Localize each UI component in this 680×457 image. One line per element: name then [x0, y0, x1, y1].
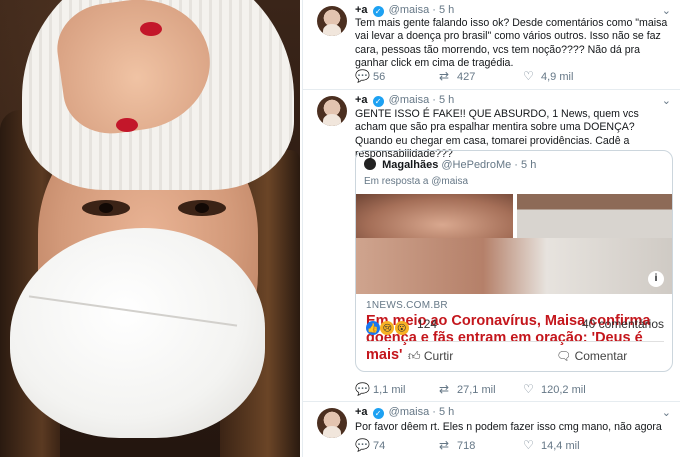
- reaction-count: 124: [417, 317, 438, 331]
- retweet-button[interactable]: ⇄ 27,1 mil: [439, 382, 496, 396]
- comment-count[interactable]: 40 comentários: [582, 317, 664, 331]
- like-button[interactable]: ♡ 4,9 mil: [523, 69, 573, 83]
- photo-face-mask: [10, 228, 265, 438]
- verified-badge-icon: ✓: [372, 96, 384, 107]
- reply-icon: 💬: [355, 438, 370, 452]
- tweet-header: +a ✓ @maisa · 5 h: [355, 4, 455, 17]
- photo-nail: [116, 118, 138, 132]
- like-count: 120,2 mil: [541, 384, 586, 396]
- handle[interactable]: @maisa: [389, 406, 430, 418]
- reply-button[interactable]: 💬 74: [355, 438, 385, 452]
- reply-context[interactable]: Em resposta a @maisa: [364, 176, 468, 187]
- heart-icon: ♡: [523, 69, 534, 83]
- timestamp[interactable]: 5 h: [521, 159, 536, 171]
- tweet-header: +a ✓ @maisa · 5 h: [355, 94, 455, 107]
- avatar[interactable]: [317, 96, 347, 126]
- retweet-button[interactable]: ⇄ 718: [439, 438, 475, 452]
- timestamp[interactable]: 5 h: [439, 406, 454, 418]
- display-name[interactable]: Magalhães: [382, 159, 438, 171]
- timestamp[interactable]: 5 h: [439, 4, 454, 16]
- quoted-image-right[interactable]: [517, 194, 672, 238]
- retweet-count: 27,1 mil: [457, 384, 496, 396]
- tweet-header: +a ✓ @maisa · 5 h: [355, 406, 455, 419]
- display-name[interactable]: +a: [355, 94, 368, 106]
- handle[interactable]: @HePedroMe: [441, 159, 511, 171]
- facebook-actions: 👍︎ Curtir 🗨︎ Comentar: [356, 347, 672, 369]
- wow-reaction-icon: 😮: [394, 321, 409, 335]
- like-button[interactable]: ♡ 14,4 mil: [523, 438, 580, 452]
- chevron-down-icon[interactable]: ⌄: [662, 94, 671, 107]
- timestamp[interactable]: 5 h: [439, 94, 454, 106]
- handle[interactable]: @maisa: [389, 4, 430, 16]
- reply-count: 1,1 mil: [373, 384, 406, 396]
- fb-comment-button[interactable]: 🗨︎ Comentar: [556, 349, 627, 363]
- chevron-down-icon[interactable]: ⌄: [662, 406, 671, 419]
- tweet-item[interactable]: +a ✓ @maisa · 5 h ⌄ Por favor dêem rt. E…: [303, 402, 680, 457]
- news-site: 1NEWS.COM.BR: [366, 300, 448, 311]
- verified-badge-icon: ✓: [372, 6, 384, 17]
- reply-button[interactable]: 💬 56: [355, 69, 385, 83]
- fb-like-button[interactable]: 👍︎ Curtir: [408, 349, 453, 364]
- quoted-tweet[interactable]: Magalhães @HePedroMe · 5 h Em resposta a…: [355, 150, 673, 372]
- avatar[interactable]: [317, 6, 347, 36]
- chevron-down-icon[interactable]: ⌄: [662, 4, 671, 17]
- heart-icon: ♡: [523, 382, 534, 396]
- like-reaction-icon: 👍: [366, 321, 380, 335]
- thumbs-up-icon: 👍︎: [408, 349, 424, 363]
- tweet-text: Tem mais gente falando isso ok? Desde co…: [355, 17, 668, 70]
- photo-eye-right: [178, 200, 226, 216]
- retweet-icon: ⇄: [439, 69, 450, 83]
- tweet-item[interactable]: +a ✓ @maisa · 5 h ⌄ Tem mais gente falan…: [303, 0, 680, 90]
- display-name[interactable]: +a: [355, 406, 368, 418]
- retweet-icon: ⇄: [439, 382, 450, 396]
- retweet-button[interactable]: ⇄ 427: [439, 69, 475, 83]
- news-card-image: [356, 238, 672, 294]
- reply-icon: 💬: [355, 69, 370, 83]
- like-count: 4,9 mil: [541, 71, 574, 83]
- retweet-count: 427: [457, 71, 476, 83]
- quoted-tweet-header: Magalhães @HePedroMe · 5 h: [364, 158, 536, 171]
- fb-comment-label: Comentar: [574, 349, 628, 363]
- photo-eye-left: [82, 200, 130, 216]
- info-icon[interactable]: i: [648, 271, 664, 287]
- comment-bubble-icon: 🗨︎: [556, 349, 575, 363]
- like-count: 14,4 mil: [541, 440, 580, 452]
- divider: [366, 341, 664, 342]
- tweet-text: Por favor dêem rt. Eles n podem fazer is…: [355, 421, 662, 433]
- avatar[interactable]: [317, 408, 347, 438]
- like-button[interactable]: ♡ 120,2 mil: [523, 382, 586, 396]
- tweet-item[interactable]: +a ✓ @maisa · 5 h ⌄ GENTE ISSO É FAKE!! …: [303, 90, 680, 402]
- sad-reaction-icon: 😢: [380, 321, 395, 335]
- selfie-photo: [0, 0, 300, 457]
- quoted-image-left[interactable]: [356, 194, 515, 238]
- reply-icon: 💬: [355, 382, 370, 396]
- reply-button[interactable]: 💬 1,1 mil: [355, 382, 405, 396]
- retweet-count: 718: [457, 440, 476, 452]
- reactions-bar: 👍 😢 😮 124 40 comentários: [366, 317, 664, 337]
- verified-badge-icon: ✓: [372, 408, 384, 419]
- reply-count: 56: [373, 71, 386, 83]
- reply-count: 74: [373, 440, 386, 452]
- retweet-icon: ⇄: [439, 438, 450, 452]
- photo-nail: [140, 22, 162, 36]
- news-card[interactable]: i 1NEWS.COM.BR Em meio ao Coronavírus, M…: [356, 238, 672, 363]
- tweet-feed: +a ✓ @maisa · 5 h ⌄ Tem mais gente falan…: [302, 0, 680, 457]
- avatar[interactable]: [364, 158, 376, 170]
- heart-icon: ♡: [523, 438, 534, 452]
- handle[interactable]: @maisa: [389, 94, 430, 106]
- fb-like-label: Curtir: [423, 349, 454, 363]
- display-name[interactable]: +a: [355, 4, 368, 16]
